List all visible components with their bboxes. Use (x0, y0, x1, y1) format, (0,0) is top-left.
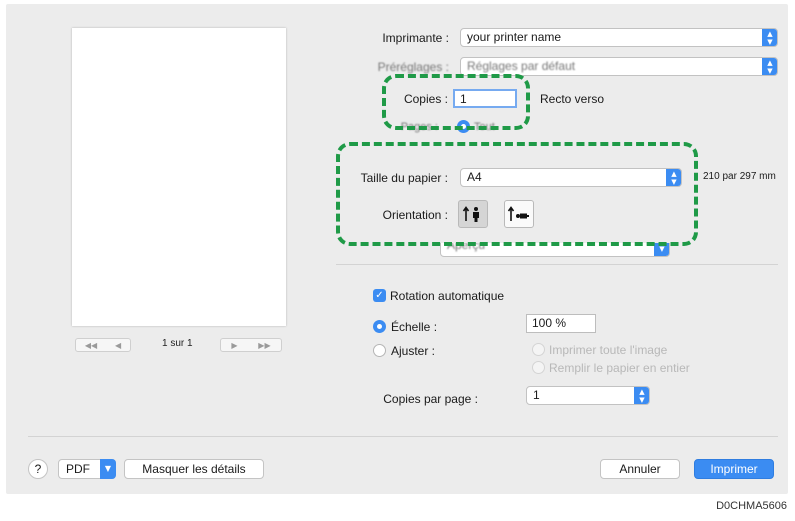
footer-separator (28, 436, 778, 437)
first-page-button[interactable]: ◀◀ (85, 341, 97, 350)
page-count: 1 sur 1 (162, 338, 193, 349)
section-separator (336, 264, 778, 265)
pdf-label: PDF (66, 462, 90, 476)
printer-value: your printer name (467, 30, 562, 44)
last-page-button[interactable]: ▶▶ (258, 341, 270, 350)
chevron-updown-icon: ▲ ▼ (634, 387, 649, 404)
print-entire-radio[interactable] (532, 343, 545, 356)
scale-input[interactable]: 100 % (526, 314, 596, 333)
landscape-orientation-icon (507, 206, 529, 221)
pages-label: Pages : (400, 121, 438, 133)
presets-value: Réglages par défaut (467, 59, 576, 73)
pages-all-label: Tout (474, 121, 495, 133)
chevron-updown-icon: ▼ (654, 243, 669, 256)
print-entire-label: Imprimer toute l'image (549, 343, 668, 357)
section-select[interactable]: Aperçu ▼ (440, 243, 670, 257)
fill-paper-label: Remplir le papier en entier (549, 361, 690, 375)
figure-caption: D0CHMA5606 (716, 500, 787, 512)
copies-label: Copies : (403, 92, 448, 106)
fit-label: Ajuster : (391, 344, 436, 358)
fill-paper-radio[interactable] (532, 361, 545, 374)
fit-radio[interactable] (373, 344, 386, 357)
auto-rotate-label: Rotation automatique (390, 289, 505, 303)
preview-next-buttons[interactable]: ▶ ▶▶ (220, 338, 282, 352)
paper-size-label: Taille du papier : (360, 171, 448, 185)
portrait-orientation-icon (462, 206, 479, 222)
orientation-label: Orientation : (382, 208, 448, 222)
paper-backdrop (340, 144, 694, 244)
print-dialog: ◀◀ ◀ 1 sur 1 ▶ ▶▶ Imprimante : your prin… (6, 4, 788, 494)
chevron-updown-icon: ▲ ▼ (762, 29, 777, 46)
scale-radio[interactable] (373, 320, 386, 333)
portrait-orientation-button[interactable] (458, 200, 488, 228)
preview-prev-buttons[interactable]: ◀◀ ◀ (75, 338, 131, 352)
printer-select[interactable]: your printer name ▲ ▼ (460, 28, 778, 47)
copies-per-page-value: 1 (533, 388, 540, 402)
print-button[interactable]: Imprimer (694, 459, 774, 479)
previous-page-button[interactable]: ◀ (115, 341, 121, 350)
chevron-updown-icon: ▲ ▼ (762, 58, 777, 75)
copies-value: 1 (460, 92, 467, 106)
copies-input[interactable]: 1 (453, 89, 517, 108)
duplex-label: Recto verso (540, 92, 605, 106)
paper-dimensions: 210 par 297 mm (703, 171, 776, 182)
presets-label: Préréglages : (377, 60, 449, 74)
page-preview (72, 28, 286, 326)
hide-details-button[interactable]: Masquer les détails (124, 459, 264, 479)
printer-label: Imprimante : (382, 31, 449, 45)
pdf-menu-button[interactable]: PDF ▼ (58, 459, 116, 479)
landscape-orientation-button[interactable] (504, 200, 534, 228)
presets-select[interactable]: Réglages par défaut ▲ ▼ (460, 57, 778, 76)
paper-size-select[interactable]: A4 ▲ ▼ (460, 168, 682, 187)
cancel-button[interactable]: Annuler (600, 459, 680, 479)
auto-rotate-checkbox[interactable]: ✓ (373, 289, 386, 302)
next-page-button[interactable]: ▶ (231, 341, 237, 350)
section-value: Aperçu (447, 243, 486, 252)
copies-per-page-select[interactable]: 1 ▲ ▼ (526, 386, 650, 405)
chevron-updown-icon: ▲ ▼ (666, 169, 681, 186)
scale-label: Échelle : (391, 320, 438, 334)
help-button[interactable]: ? (28, 459, 48, 479)
copies-per-page-label: Copies par page : (383, 392, 478, 406)
scale-value: 100 % (532, 316, 567, 330)
paper-size-value: A4 (467, 170, 482, 184)
pages-all-radio[interactable] (457, 120, 470, 133)
chevron-down-icon: ▼ (100, 459, 116, 479)
